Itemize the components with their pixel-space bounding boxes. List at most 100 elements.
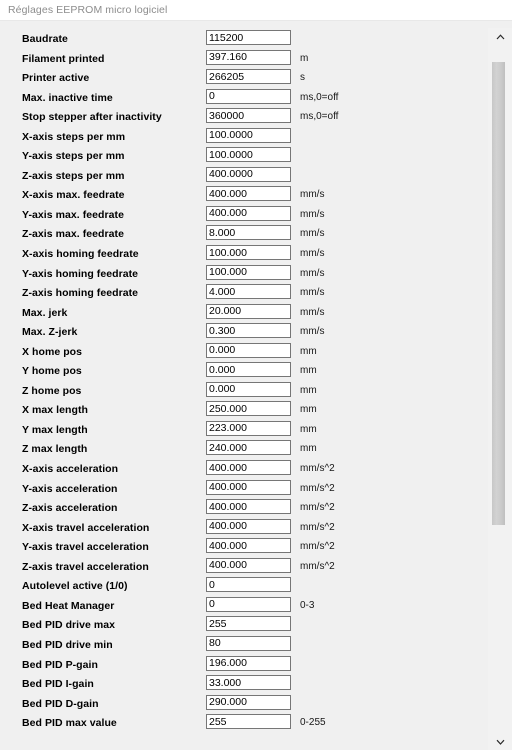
vertical-scrollbar[interactable]	[487, 28, 512, 750]
setting-unit-label: mm/s^2	[300, 463, 335, 475]
setting-value-input[interactable]	[206, 401, 291, 417]
eeprom-settings-window: Réglages EEPROM micro logiciel Baudrate F…	[0, 0, 512, 750]
settings-row: Bed PID I-gain	[0, 675, 486, 695]
setting-value-input[interactable]	[206, 577, 291, 593]
setting-value-input[interactable]	[206, 518, 291, 534]
setting-unit-label: mm/s	[300, 306, 325, 318]
setting-label: Bed PID max value	[22, 717, 117, 730]
settings-row: X-axis max. feedrate mm/s	[0, 186, 486, 206]
setting-value-input[interactable]	[206, 596, 291, 612]
settings-row: Z-axis homing feedrate mm/s	[0, 284, 486, 304]
setting-value-input[interactable]	[206, 460, 291, 476]
scroll-up-button[interactable]	[488, 28, 512, 45]
setting-unit-label: m	[300, 52, 309, 64]
setting-value-input[interactable]	[206, 166, 291, 182]
setting-value-input[interactable]	[206, 675, 291, 691]
setting-value-input[interactable]	[206, 303, 291, 319]
settings-row: Max. Z-jerk mm/s	[0, 323, 486, 343]
setting-unit-label: ms,0=off	[300, 91, 339, 103]
scrollbar-thumb-shading	[492, 62, 505, 525]
setting-label: Bed PID drive min	[22, 638, 113, 651]
setting-label: Z home pos	[22, 384, 82, 397]
setting-value-input[interactable]	[206, 88, 291, 104]
setting-value-input[interactable]	[206, 479, 291, 495]
setting-value-input[interactable]	[206, 147, 291, 163]
setting-label: Bed PID D-gain	[22, 697, 99, 710]
setting-unit-label: mm/s	[300, 189, 325, 201]
setting-label: X home pos	[22, 345, 83, 358]
settings-row: Max. jerk mm/s	[0, 303, 486, 324]
window-title: Réglages EEPROM micro logiciel	[8, 4, 168, 16]
settings-row: Y-axis homing feedrate mm/s	[0, 264, 486, 285]
setting-label: Bed PID I-gain	[22, 678, 94, 691]
setting-value-input[interactable]	[206, 440, 291, 456]
setting-value-input[interactable]	[206, 342, 291, 358]
settings-row: Max. inactive time ms,0=off	[0, 88, 486, 109]
setting-value-input[interactable]	[206, 499, 291, 515]
setting-unit-label: mm/s^2	[300, 521, 335, 533]
setting-label: Z-axis steps per mm	[22, 169, 125, 182]
setting-label: Z-axis travel acceleration	[22, 560, 149, 573]
setting-value-input[interactable]	[206, 186, 291, 202]
setting-unit-label: mm/s	[300, 228, 325, 240]
settings-row: Printer active s	[0, 69, 486, 89]
setting-value-input[interactable]	[206, 49, 291, 65]
settings-row: Z max length mm	[0, 440, 486, 460]
setting-unit-label: mm/s^2	[300, 560, 335, 572]
setting-label: Bed PID drive max	[22, 619, 116, 632]
setting-value-input[interactable]	[206, 127, 291, 143]
setting-label: Y max length	[22, 423, 88, 436]
setting-value-input[interactable]	[206, 694, 291, 710]
settings-row: Y max length mm	[0, 420, 486, 441]
setting-value-input[interactable]	[206, 225, 291, 241]
setting-unit-label: mm	[300, 345, 317, 357]
setting-value-input[interactable]	[206, 714, 291, 730]
setting-unit-label: mm/s	[300, 287, 325, 299]
setting-value-input[interactable]	[206, 69, 291, 85]
setting-value-input[interactable]	[206, 616, 291, 632]
setting-value-input[interactable]	[206, 557, 291, 573]
settings-row: Bed PID drive min	[0, 635, 486, 656]
scroll-down-button[interactable]	[488, 733, 512, 750]
setting-value-input[interactable]	[206, 655, 291, 671]
setting-value-input[interactable]	[206, 245, 291, 261]
settings-row: X home pos mm	[0, 342, 486, 363]
settings-row: Y-axis steps per mm	[0, 147, 486, 167]
setting-value-input[interactable]	[206, 284, 291, 300]
setting-label: Filament printed	[22, 52, 105, 65]
setting-value-input[interactable]	[206, 323, 291, 339]
setting-value-input[interactable]	[206, 264, 291, 280]
setting-value-input[interactable]	[206, 108, 291, 124]
setting-label: X max length	[22, 404, 88, 417]
setting-value-input[interactable]	[206, 205, 291, 221]
settings-row: Baudrate	[0, 30, 486, 50]
settings-row: Z-axis acceleration mm/s^2	[0, 499, 486, 519]
window-titlebar: Réglages EEPROM micro logiciel	[0, 0, 512, 21]
setting-value-input[interactable]	[206, 30, 291, 45]
setting-label: Z-axis max. feedrate	[22, 228, 124, 241]
settings-row-list: Baudrate Filament printed m Printer active s…	[0, 30, 486, 734]
setting-value-input[interactable]	[206, 635, 291, 651]
settings-row: Bed PID max value 0-255	[0, 714, 486, 734]
settings-row: Y-axis travel acceleration mm/s^2	[0, 538, 486, 558]
settings-row: X-axis travel acceleration mm/s^2	[0, 518, 486, 539]
scrollbar-track[interactable]	[488, 45, 512, 733]
scrollbar-thumb[interactable]	[492, 62, 505, 525]
setting-label: X-axis travel acceleration	[22, 521, 150, 534]
settings-row: X-axis homing feedrate mm/s	[0, 245, 486, 265]
setting-label: Autolevel active (1/0)	[22, 580, 128, 593]
setting-value-input[interactable]	[206, 538, 291, 554]
setting-value-input[interactable]	[206, 362, 291, 378]
setting-label: Max. inactive time	[22, 91, 113, 104]
setting-unit-label: mm	[300, 443, 317, 455]
settings-row: Filament printed m	[0, 49, 486, 70]
settings-row: Bed Heat Manager 0-3	[0, 596, 486, 617]
setting-unit-label: s	[300, 72, 305, 84]
settings-row: Y-axis max. feedrate mm/s	[0, 205, 486, 226]
setting-unit-label: mm/s	[300, 267, 325, 279]
setting-label: X-axis steps per mm	[22, 130, 126, 143]
setting-value-input[interactable]	[206, 420, 291, 436]
settings-form-panel: Baudrate Filament printed m Printer active s…	[0, 22, 512, 750]
setting-value-input[interactable]	[206, 381, 291, 397]
settings-row: Bed PID P-gain	[0, 655, 486, 676]
